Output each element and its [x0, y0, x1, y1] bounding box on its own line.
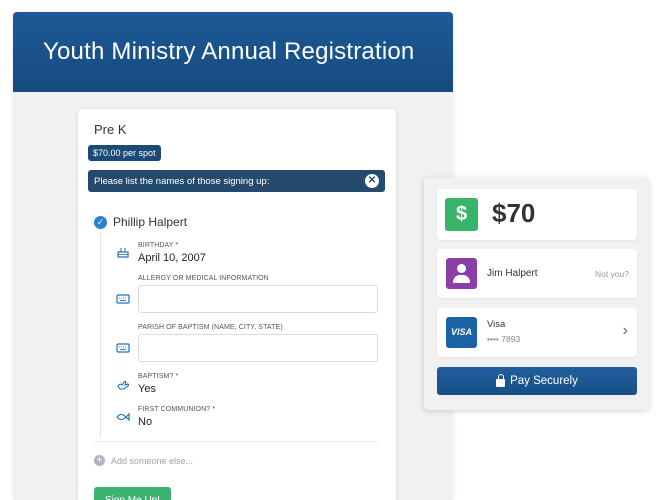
parish-input[interactable] [138, 334, 378, 362]
card-row[interactable]: VISA Visa •••• 7893 › [437, 308, 637, 357]
pay-securely-button[interactable]: Pay Securely [437, 367, 637, 395]
instructions-text: Please list the names of those signing u… [94, 175, 270, 187]
sign-me-up-button[interactable]: Sign Me Up! [94, 487, 171, 500]
add-someone-link[interactable]: + Add someone else... [94, 455, 193, 466]
header: Youth Ministry Annual Registration [13, 12, 453, 92]
visa-icon: VISA [446, 317, 477, 348]
user-row[interactable]: Jim Halpert Not you? [437, 249, 637, 298]
birthday-value[interactable]: April 10, 2007 [138, 252, 206, 264]
check-circle-icon: ✓ [94, 215, 107, 229]
card-brand: Visa [487, 319, 506, 330]
add-someone-text: Add someone else... [111, 455, 194, 466]
price-badge: $70.00 per spot [88, 145, 161, 161]
tree-line [100, 233, 101, 438]
registrant-name: Phillip Halpert [113, 215, 188, 229]
plus-circle-icon: + [94, 455, 105, 466]
payment-card: $ $70 Jim Halpert Not you? VISA Visa •••… [424, 178, 649, 410]
keyboard-icon [116, 294, 130, 304]
page-title: Youth Ministry Annual Registration [43, 38, 415, 65]
parish-label: PARISH OF BAPTISM (NAME, CITY, STATE) [138, 324, 283, 331]
close-icon[interactable]: ✕ [365, 174, 379, 188]
keyboard-icon [116, 343, 130, 353]
pay-button-label: Pay Securely [510, 375, 578, 387]
communion-label: FIRST COMMUNION? * [138, 406, 216, 413]
communion-value[interactable]: No [138, 416, 152, 428]
event-name: Pre K [94, 122, 127, 137]
registration-form: Pre K $70.00 per spot Please list the na… [78, 109, 396, 500]
card-number: •••• 7893 [487, 334, 521, 344]
fish-icon [116, 412, 130, 422]
birthday-label: BIRTHDAY * [138, 242, 179, 249]
dollar-icon: $ [445, 198, 478, 231]
baptism-value[interactable]: Yes [138, 383, 156, 395]
registrant-header[interactable]: ✓ Phillip Halpert [94, 215, 187, 229]
amount-value: $70 [492, 198, 536, 228]
chevron-right-icon[interactable]: › [623, 322, 628, 340]
allergy-input[interactable] [138, 285, 378, 313]
baptism-label: BAPTISM? * [138, 373, 179, 380]
registration-card: Youth Ministry Annual Registration Pre K… [13, 12, 453, 500]
user-icon [446, 258, 477, 289]
allergy-label: ALLERGY OR MEDICAL INFORMATION [138, 275, 269, 282]
user-name: Jim Halpert [487, 268, 538, 279]
not-you-link[interactable]: Not you? [595, 269, 629, 279]
cake-icon [117, 248, 129, 258]
lock-icon [496, 373, 506, 387]
divider [94, 441, 378, 442]
instructions-bar: Please list the names of those signing u… [88, 170, 385, 192]
amount-row: $ $70 [437, 189, 637, 240]
hand-icon [117, 380, 130, 390]
